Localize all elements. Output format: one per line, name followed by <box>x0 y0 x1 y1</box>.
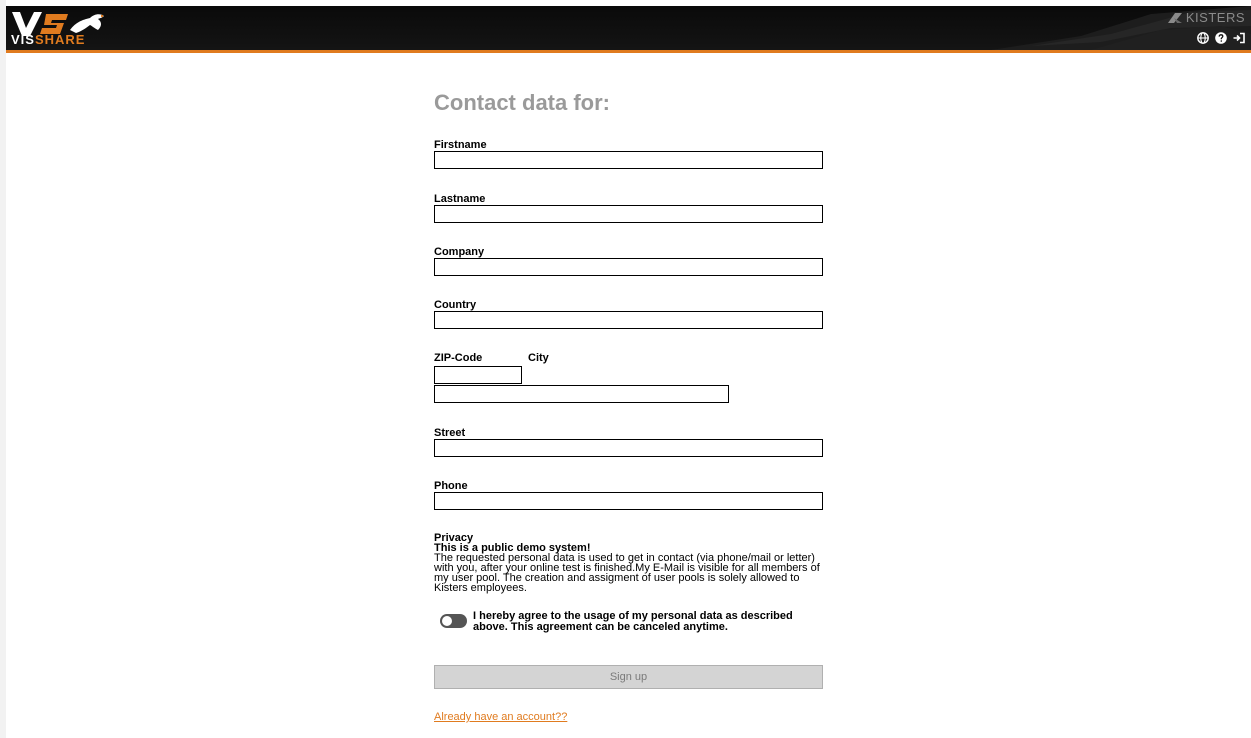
header-icons <box>1197 32 1245 44</box>
privacy-agreement-text: I hereby agree to the usage of my person… <box>473 610 793 633</box>
company-label: Company <box>434 246 485 258</box>
zip-code-input[interactable] <box>434 366 522 384</box>
privacy-agreement: I hereby agree to the usage of my person… <box>440 611 820 633</box>
privacy-text: The requested personal data is used to g… <box>434 552 820 594</box>
country-input[interactable] <box>434 311 823 329</box>
street-input[interactable] <box>434 439 823 457</box>
kisters-brand: KISTERS <box>1167 10 1245 25</box>
top-header: VISSHARE KISTERS <box>6 6 1251 50</box>
lastname-label: Lastname <box>434 193 486 205</box>
privacy-agreement-toggle[interactable] <box>440 614 467 628</box>
left-edge <box>0 0 6 738</box>
lastname-input[interactable] <box>434 205 823 223</box>
globe-icon[interactable] <box>1197 32 1209 44</box>
privacy-section: Privacy This is a public demo system! Th… <box>434 533 829 594</box>
sign-up-button[interactable]: Sign up <box>434 665 823 689</box>
header-accent-line <box>6 50 1251 53</box>
logo-text: VISSHARE <box>11 32 86 47</box>
sign-out-icon[interactable] <box>1233 32 1245 44</box>
street-label: Street <box>434 427 466 439</box>
firstname-input[interactable] <box>434 151 823 169</box>
page-title: Contact data for: <box>434 90 610 115</box>
zip-code-label: ZIP-Code <box>434 352 483 364</box>
city-input[interactable] <box>434 385 729 403</box>
kisters-logo-icon <box>1167 12 1182 23</box>
country-label: Country <box>434 299 477 311</box>
phone-input[interactable] <box>434 492 823 510</box>
firstname-label: Firstname <box>434 139 487 151</box>
toggle-knob <box>442 616 452 626</box>
already-have-account-link[interactable]: Already have an account?? <box>434 711 567 723</box>
help-icon[interactable] <box>1215 32 1227 44</box>
company-input[interactable] <box>434 258 823 276</box>
phone-label: Phone <box>434 480 468 492</box>
city-label: City <box>528 352 549 364</box>
